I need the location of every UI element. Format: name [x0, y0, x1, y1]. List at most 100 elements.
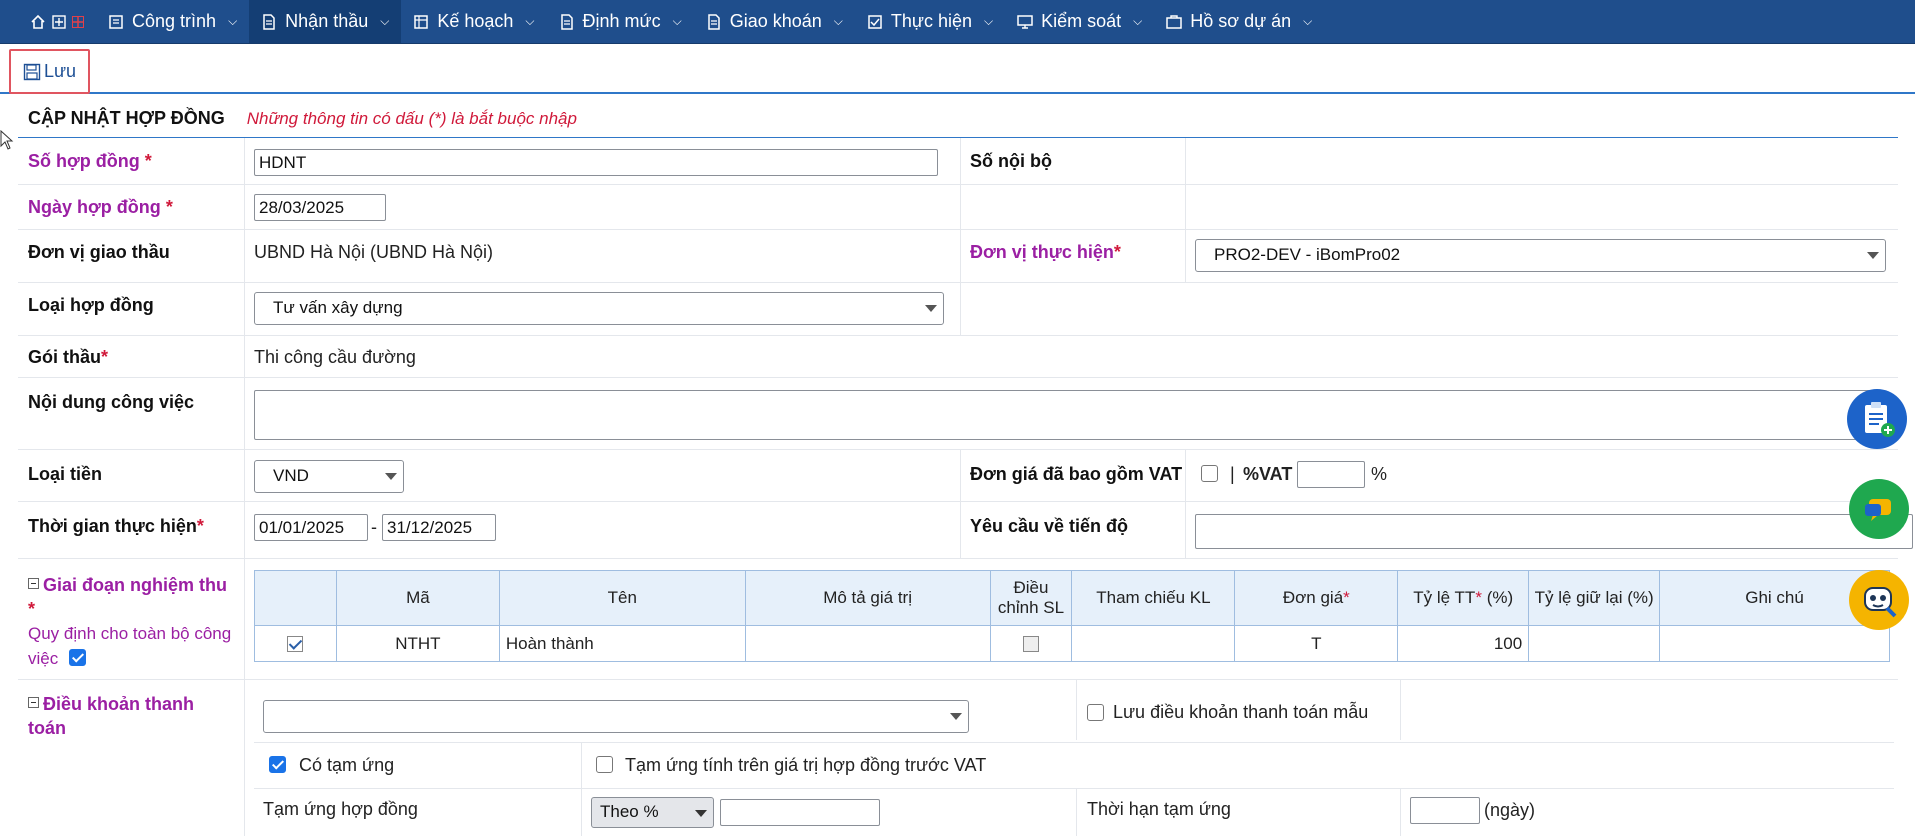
nav-ke-hoach[interactable]: Kế hoạch ⌵: [401, 0, 546, 43]
cell-desc: [744, 625, 991, 662]
plus-box-icon[interactable]: [52, 14, 66, 29]
cell-adjust[interactable]: [989, 625, 1073, 662]
nav-kiem-soat[interactable]: Kiểm soát ⌵: [1005, 0, 1154, 43]
advance-term-input[interactable]: [1410, 797, 1480, 824]
adjust-checkbox[interactable]: [1022, 636, 1039, 653]
contractor-label: Đơn vị thực hiện*: [970, 242, 1121, 262]
vat-included-checkbox[interactable]: [1201, 465, 1218, 482]
package-label: Gói thầu*: [28, 347, 109, 367]
advance-mode-select[interactable]: Theo %: [591, 797, 714, 828]
nav-label: Công trình: [132, 11, 217, 31]
advance-checkbox[interactable]: [269, 756, 286, 773]
stages-rule-checkbox[interactable]: [68, 649, 86, 666]
briefcase-icon: [1166, 14, 1183, 29]
days-unit: (ngày): [1484, 800, 1536, 820]
advance-term-label: Thời hạn tạm ứng: [1087, 799, 1231, 819]
row-package: Gói thầu* Thi công cầu đường: [18, 336, 1898, 378]
row-contract-no: Số hợp đồng * Số nội bộ: [18, 138, 1898, 185]
save-label: Lưu: [43, 61, 77, 81]
contract-type-select[interactable]: Tư vấn xây dựng: [254, 292, 944, 325]
contract-no-input[interactable]: [254, 149, 938, 176]
nav-label: Định mức: [582, 11, 661, 31]
chevron-down-icon: ⌵: [380, 14, 390, 28]
nav-label: Giao khoán: [729, 11, 822, 31]
collapse-icon[interactable]: [28, 578, 39, 589]
vat-separator: |: [1230, 464, 1235, 484]
stages-rule-label: Quy định cho toàn bộ công việc: [28, 624, 232, 668]
save-template-checkbox[interactable]: [1087, 704, 1104, 721]
advance-mode-value: Theo %: [600, 802, 659, 821]
form-title: CẬP NHẬT HỢP ĐỒNG: [28, 108, 225, 128]
nav-giao-khoan[interactable]: Giao khoán ⌵: [694, 0, 855, 43]
nav-cong-trinh[interactable]: Công trình ⌵: [96, 0, 249, 43]
period-to-input[interactable]: [382, 514, 496, 541]
checkbox-icon: [868, 14, 882, 29]
advance-amount-input[interactable]: [720, 799, 880, 826]
cell-price: T: [1234, 625, 1399, 662]
currency-value: VND: [273, 466, 309, 485]
vat-percent-label: %VAT: [1243, 464, 1293, 484]
col-adjust: Điều chỉnh SL: [989, 570, 1073, 626]
table-row[interactable]: NTHT Hoàn thành T 100: [254, 625, 1890, 662]
payment-label: Điều khoản thanh toán: [28, 694, 195, 738]
row-period: Thời gian thực hiện* - Yêu cầu về tiến đ…: [18, 502, 1913, 559]
grid-icon[interactable]: [72, 15, 84, 28]
vat-included-label: Đơn giá đã bao gồm VAT: [970, 464, 1183, 484]
payment-template-select[interactable]: [263, 700, 969, 733]
row-select-checkbox[interactable]: [287, 636, 304, 653]
chevron-down-icon: ⌵: [672, 14, 682, 28]
chat-widget[interactable]: [1849, 479, 1909, 539]
col-code: Mã: [335, 570, 500, 626]
cell-note: [1659, 625, 1890, 662]
cell-retain: [1528, 625, 1661, 662]
row-select-cell[interactable]: [254, 625, 337, 662]
package-value: Thi công cầu đường: [254, 347, 416, 367]
contract-date-input[interactable]: [254, 194, 386, 221]
currency-select[interactable]: VND: [254, 460, 404, 493]
contract-no-label: Số hợp đồng *: [28, 151, 152, 171]
chevron-down-icon: ⌵: [984, 14, 994, 28]
nav-label: Thực hiện: [890, 11, 972, 31]
save-icon: [23, 63, 41, 80]
work-content-textarea[interactable]: [254, 390, 1886, 440]
toolbar: Lưu: [0, 44, 1915, 94]
row-contract-date: Ngày hợp đồng *: [18, 185, 1898, 230]
nav-dinh-muc[interactable]: Định mức ⌵: [547, 0, 694, 43]
collapse-icon[interactable]: [28, 697, 39, 708]
contract-type-value: Tư vấn xây dựng: [273, 298, 403, 317]
period-from-input[interactable]: [254, 514, 368, 541]
cell-name: Hoàn thành: [498, 625, 746, 662]
nav-thuc-hien[interactable]: Thực hiện ⌵: [855, 0, 1005, 43]
chevron-down-icon: ⌵: [228, 14, 238, 28]
save-button[interactable]: Lưu: [9, 49, 90, 94]
stages-table: Mã Tên Mô tả giá trị Điều chỉnh SL Tham …: [254, 570, 1890, 662]
contractor-select[interactable]: PRO2-DEV - iBomPro02: [1195, 239, 1886, 272]
home-icon[interactable]: [30, 14, 46, 30]
mouse-cursor-icon: [0, 130, 14, 150]
nav-label: Nhận thầu: [285, 11, 369, 31]
chevron-down-icon: ⌵: [525, 14, 535, 28]
clipboard-widget[interactable]: [1847, 389, 1907, 449]
robot-icon: [1864, 587, 1897, 618]
advance-before-vat-label: Tạm ứng tính trên giá trị hợp đồng trước…: [625, 755, 987, 775]
vat-percent-input[interactable]: [1297, 461, 1365, 488]
progress-req-textarea[interactable]: [1195, 514, 1913, 549]
nav-home[interactable]: [0, 0, 96, 43]
nav-nhan-thau[interactable]: Nhận thầu ⌵: [249, 0, 402, 43]
progress-req-label: Yêu cầu về tiến độ: [970, 516, 1129, 536]
chevron-down-icon: ⌵: [833, 14, 843, 28]
advance-before-vat-checkbox[interactable]: [596, 756, 613, 773]
dropdown-arrow-icon: [950, 713, 962, 720]
col-desc: Mô tả giá trị: [744, 570, 991, 626]
stages-label: Giai đoạn nghiệm thu *: [28, 575, 227, 619]
assistant-bot-widget[interactable]: [1849, 570, 1909, 630]
cell-rate: 100: [1397, 625, 1530, 662]
cell-code: NTHT: [335, 625, 500, 662]
dropdown-arrow-icon: [695, 810, 707, 817]
advance-contract-label: Tạm ứng hợp đồng: [263, 799, 418, 819]
nav-ho-so-du-an[interactable]: Hồ sơ dự án ⌵: [1154, 0, 1324, 43]
top-nav: Công trình ⌵ Nhận thầu ⌵ Kế hoạch ⌵ Định…: [0, 0, 1915, 44]
period-label: Thời gian thực hiện*: [28, 516, 204, 536]
document-icon: [263, 13, 275, 30]
col-select: [254, 570, 337, 626]
